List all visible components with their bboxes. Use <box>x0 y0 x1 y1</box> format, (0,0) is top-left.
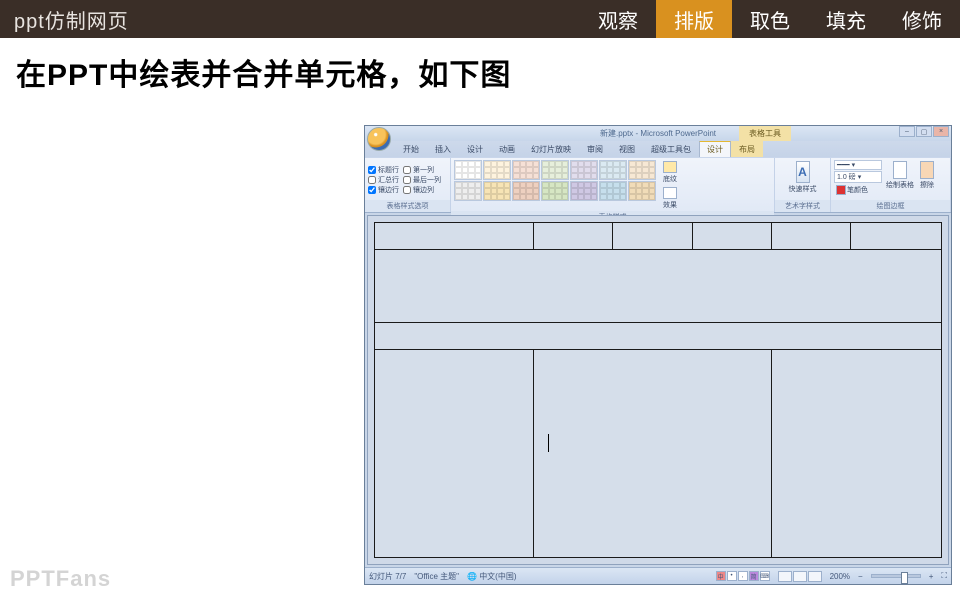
fit-window-button[interactable]: ⛶ <box>941 571 947 581</box>
table-merged-cell[interactable] <box>375 323 942 350</box>
ribbon-tab-table-design[interactable]: 设计 <box>699 140 731 157</box>
slide-canvas[interactable] <box>367 215 949 565</box>
table-cell[interactable] <box>375 223 534 250</box>
window-title-text: 新建.pptx - Microsoft PowerPoint <box>600 128 716 139</box>
tab-decorate[interactable]: 修饰 <box>884 0 960 38</box>
ribbon: 标题行 第一列 汇总行 最后一列 镶边行 镶边列 表格样式选项 <box>365 157 951 213</box>
watermark: PPTFans <box>10 566 111 592</box>
minimize-button[interactable]: – <box>899 126 915 137</box>
contextual-tab-title: 表格工具 <box>739 126 791 141</box>
tab-observe[interactable]: 观察 <box>580 0 656 38</box>
table-merged-cell[interactable] <box>771 350 941 558</box>
pen-weight-select[interactable]: 1.0 磅 ▾ <box>834 171 882 183</box>
tab-fill[interactable]: 填充 <box>808 0 884 38</box>
tab-color-pick[interactable]: 取色 <box>732 0 808 38</box>
table-cell[interactable] <box>692 223 771 250</box>
ribbon-group-wordart: A 快速样式 艺术字样式 <box>775 158 831 212</box>
slide-topbar: ppt仿制网页 观察 排版 取色 填充 修饰 <box>0 0 960 38</box>
status-theme: "Office 主题" <box>414 571 459 582</box>
ribbon-group-options: 标题行 第一列 汇总行 最后一列 镶边行 镶边列 表格样式选项 <box>365 158 451 212</box>
slide-title: ppt仿制网页 <box>0 5 580 34</box>
check-banded-row[interactable]: 镶边行 <box>368 185 399 195</box>
table-merged-cell[interactable] <box>375 249 942 323</box>
status-language: 🌐 中文(中国) <box>467 571 517 582</box>
check-last-col[interactable]: 最后一列 <box>403 175 441 185</box>
table-cell[interactable] <box>851 223 942 250</box>
ribbon-tab-row: 开始 插入 设计 动画 幻灯片放映 审阅 视图 超级工具包 设计 布局 <box>365 141 951 157</box>
status-bar: 幻灯片 7/7 "Office 主题" 🌐 中文(中国) 中•,简⌨ 200% … <box>365 567 951 584</box>
office-button-icon[interactable] <box>367 127 391 151</box>
ribbon-tab-review[interactable]: 审阅 <box>579 141 611 157</box>
zoom-out-button[interactable]: − <box>858 572 863 581</box>
ribbon-group-borders: ━━━ ▾ 1.0 磅 ▾ 笔颜色 绘制表格 擦除 绘图边框 <box>831 158 951 212</box>
shading-button[interactable]: 底纹 <box>661 160 679 185</box>
ribbon-tab-design[interactable]: 设计 <box>459 141 491 157</box>
group-label-options: 表格样式选项 <box>365 200 450 212</box>
ribbon-tab-anim[interactable]: 动画 <box>491 141 523 157</box>
ribbon-group-styles: 底纹 效果 表格样式 <box>451 158 775 212</box>
table-cell[interactable] <box>533 223 612 250</box>
check-banded-col[interactable]: 镶边列 <box>403 185 434 195</box>
effects-button[interactable]: 效果 <box>661 186 679 211</box>
ribbon-tab-view[interactable]: 视图 <box>611 141 643 157</box>
ribbon-tab-super[interactable]: 超级工具包 <box>643 141 699 157</box>
view-mode-buttons[interactable] <box>778 571 822 582</box>
ribbon-tab-slideshow[interactable]: 幻灯片放映 <box>523 141 579 157</box>
ribbon-tab-home[interactable]: 开始 <box>395 141 427 157</box>
check-total-row[interactable]: 汇总行 <box>368 175 399 185</box>
window-titlebar: 新建.pptx - Microsoft PowerPoint 表格工具 – ▢ … <box>365 126 951 141</box>
table-cell[interactable] <box>375 350 534 558</box>
zoom-level[interactable]: 200% <box>830 572 850 581</box>
group-label-wordart: 艺术字样式 <box>775 200 830 212</box>
slide-tabs: 观察 排版 取色 填充 修饰 <box>580 0 960 38</box>
ribbon-tab-table-layout[interactable]: 布局 <box>731 141 763 157</box>
close-button[interactable]: × <box>933 126 949 137</box>
group-label-borders: 绘图边框 <box>831 200 950 212</box>
quick-style-button[interactable]: A 快速样式 <box>787 160 819 195</box>
ime-icons[interactable]: 中•,简⌨ <box>716 571 770 581</box>
powerpoint-window: 新建.pptx - Microsoft PowerPoint 表格工具 – ▢ … <box>364 125 952 585</box>
maximize-button[interactable]: ▢ <box>916 126 932 137</box>
table-cell[interactable] <box>771 223 850 250</box>
zoom-slider[interactable] <box>871 574 921 578</box>
check-header-row[interactable]: 标题行 <box>368 165 399 175</box>
zoom-in-button[interactable]: + <box>929 572 934 581</box>
draw-table-button[interactable]: 绘制表格 <box>884 160 916 191</box>
tab-layout[interactable]: 排版 <box>656 0 732 38</box>
table-style-gallery[interactable] <box>454 160 656 201</box>
window-controls: – ▢ × <box>899 126 949 137</box>
pen-color-button[interactable]: 笔颜色 <box>834 184 882 196</box>
table-cell[interactable] <box>613 223 692 250</box>
eraser-button[interactable]: 擦除 <box>918 160 936 191</box>
status-slide-number: 幻灯片 7/7 <box>369 571 406 582</box>
pen-style-select[interactable]: ━━━ ▾ <box>834 160 882 170</box>
ribbon-tab-insert[interactable]: 插入 <box>427 141 459 157</box>
slide-table[interactable] <box>374 222 942 558</box>
text-cursor-icon <box>548 434 549 452</box>
table-merged-cell[interactable] <box>533 350 771 558</box>
check-first-col[interactable]: 第一列 <box>403 165 434 175</box>
instruction-heading: 在PPT中绘表并合并单元格，如下图 <box>0 38 960 102</box>
